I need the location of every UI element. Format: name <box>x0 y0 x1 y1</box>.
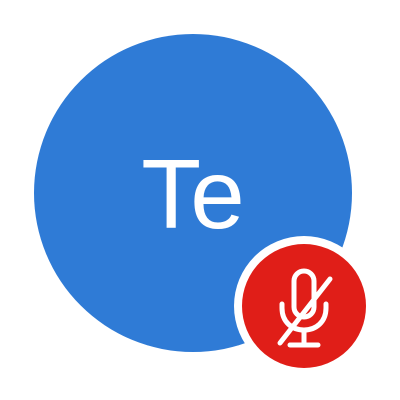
participant-tile: Te <box>0 0 400 400</box>
microphone-off-icon <box>277 268 333 348</box>
mute-status-badge <box>242 244 366 368</box>
avatar-initials: Te <box>141 139 245 249</box>
